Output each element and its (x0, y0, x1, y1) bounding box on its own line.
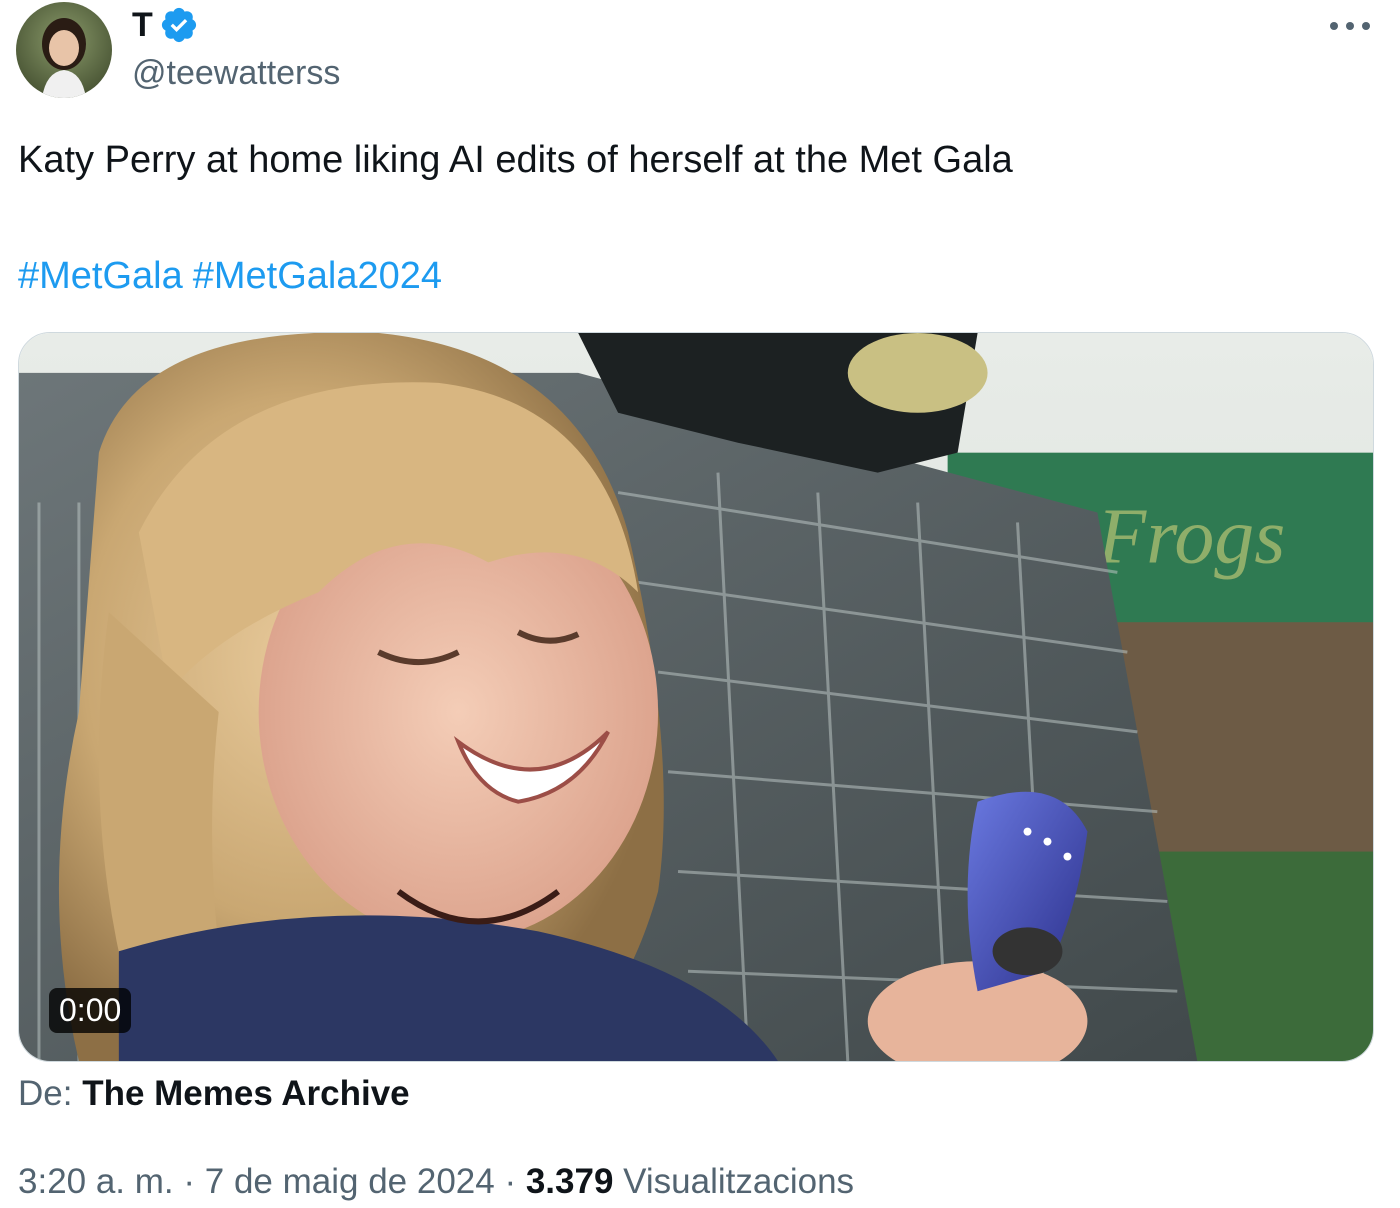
video-player[interactable]: Frogs 0:00 (18, 332, 1374, 1062)
more-dot (1362, 22, 1370, 30)
author-name-row[interactable]: T (132, 4, 199, 46)
tweet-time[interactable]: 3:20 a. m. (18, 1162, 174, 1201)
avatar[interactable] (16, 2, 112, 98)
source-prefix: De: (18, 1074, 73, 1113)
hashtags: #MetGala #MetGala2024 (18, 252, 452, 300)
source-name[interactable]: The Memes Archive (82, 1074, 409, 1113)
views-count: 3.379 (525, 1162, 614, 1201)
more-dot (1346, 22, 1354, 30)
hashtag-link[interactable]: #MetGala2024 (193, 255, 442, 297)
tweet-date[interactable]: 7 de maig de 2024 (205, 1162, 495, 1201)
separator: · (183, 1162, 196, 1201)
avatar-image (16, 2, 112, 98)
tweet-meta: 3:20 a. m. · 7 de maig de 2024 · 3.379 V… (18, 1162, 854, 1202)
tweet-text: Katy Perry at home liking AI edits of he… (18, 139, 1013, 181)
hashtag-link[interactable]: #MetGala (18, 255, 183, 297)
more-dot (1330, 22, 1338, 30)
views-label: Visualitzacions (623, 1162, 855, 1201)
verified-badge-icon (161, 7, 196, 43)
separator: · (504, 1162, 517, 1201)
video-timestamp: 0:00 (49, 988, 132, 1033)
display-name[interactable]: T (132, 6, 153, 45)
more-options-icon[interactable] (1330, 16, 1370, 36)
author-handle[interactable]: @teewatterss (132, 54, 340, 93)
video-frame: Frogs (19, 333, 1373, 1061)
media-source[interactable]: De: The Memes Archive (18, 1074, 410, 1114)
sign-text: Frogs (1096, 492, 1285, 580)
